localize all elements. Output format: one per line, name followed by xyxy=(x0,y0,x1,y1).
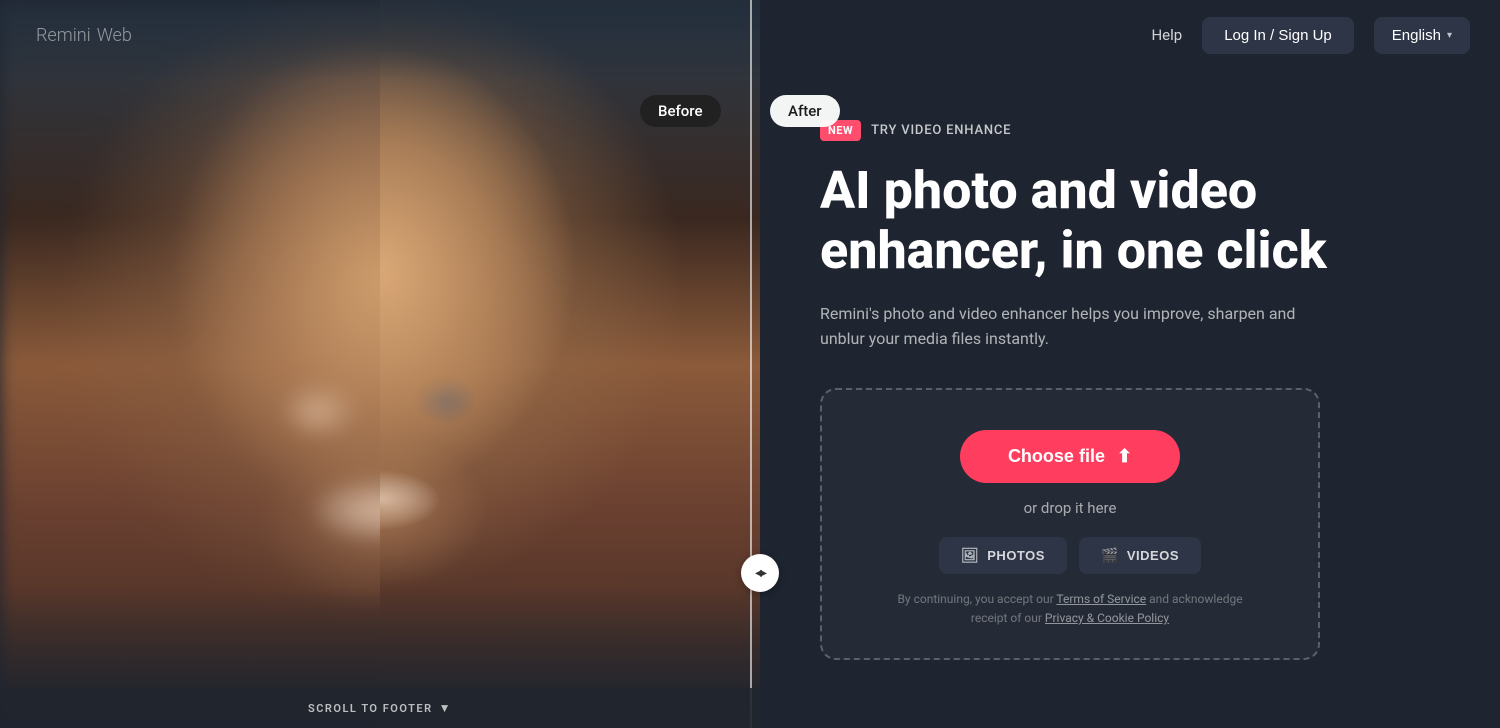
label-after: After xyxy=(770,95,840,127)
main-heading: AI photo and video enhancer, in one clic… xyxy=(820,161,1440,281)
terms-text: By continuing, you accept our Terms of S… xyxy=(880,590,1260,628)
subtitle: Remini's photo and video enhancer helps … xyxy=(820,301,1300,352)
video-badge-row: NEW TRY VIDEO ENHANCE xyxy=(820,120,1440,141)
media-type-row: 🖼 PHOTOS 🎬 VIDEOS xyxy=(939,537,1201,574)
photos-icon: 🖼 xyxy=(961,547,979,564)
divider-line xyxy=(750,0,752,728)
choose-file-button[interactable]: Choose file ⬆ xyxy=(960,430,1180,483)
photos-button[interactable]: 🖼 PHOTOS xyxy=(939,537,1067,574)
brand: Remini Web xyxy=(30,0,132,70)
videos-label: VIDEOS xyxy=(1127,548,1179,563)
photo-overlay-bottom xyxy=(0,588,760,688)
label-before: Before xyxy=(640,95,721,127)
terms-of-service-link[interactable]: Terms of Service xyxy=(1056,592,1146,606)
chevron-down-icon: ▾ xyxy=(1447,30,1452,41)
privacy-policy-link[interactable]: Privacy & Cookie Policy xyxy=(1045,611,1169,625)
brand-name: Remini xyxy=(36,25,91,46)
divider-handle[interactable]: ◂▸ xyxy=(741,554,779,592)
divider-arrows-icon: ◂▸ xyxy=(755,565,765,581)
upload-box: Choose file ⬆ or drop it here 🖼 PHOTOS 🎬… xyxy=(820,388,1320,660)
content-area: NEW TRY VIDEO ENHANCE AI photo and video… xyxy=(760,70,1500,660)
choose-file-label: Choose file xyxy=(1008,446,1105,467)
language-button[interactable]: English ▾ xyxy=(1374,17,1470,54)
scroll-down-icon: ▼ xyxy=(439,701,452,715)
photos-label: PHOTOS xyxy=(987,548,1045,563)
brand-suffix: Web xyxy=(97,25,132,46)
try-video-text: TRY VIDEO ENHANCE xyxy=(871,123,1011,138)
help-link[interactable]: Help xyxy=(1151,26,1182,44)
videos-icon: 🎬 xyxy=(1101,547,1119,564)
language-label: English xyxy=(1392,27,1441,44)
or-drop-text: or drop it here xyxy=(1024,499,1117,517)
scroll-to-footer[interactable]: SCROLL TO FOOTER ▼ xyxy=(0,688,760,728)
navbar: Help Log In / Sign Up English ▾ xyxy=(760,0,1500,70)
scroll-footer-text: SCROLL TO FOOTER xyxy=(308,702,433,715)
videos-button[interactable]: 🎬 VIDEOS xyxy=(1079,537,1201,574)
upload-icon: ⬆ xyxy=(1117,446,1132,467)
login-button[interactable]: Log In / Sign Up xyxy=(1202,17,1354,54)
